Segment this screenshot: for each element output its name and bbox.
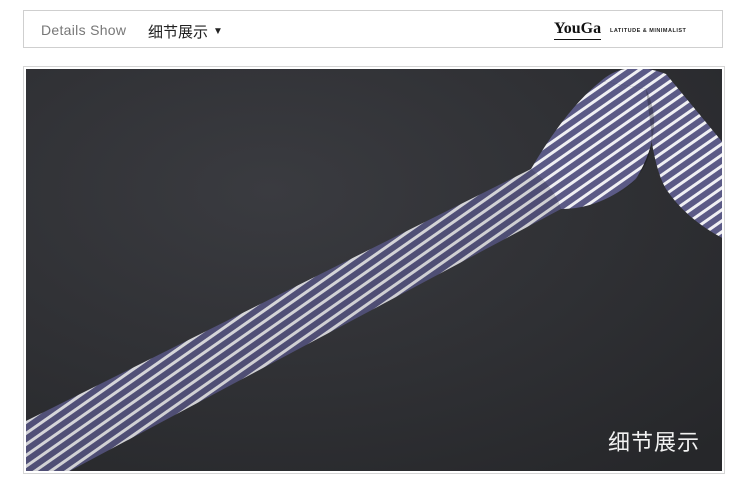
triangle-down-icon: ▼ <box>213 26 223 37</box>
brand-logo: YouGa <box>554 20 602 40</box>
brand-tagline: LATITUDE & MINIMALIST <box>610 28 687 34</box>
header-title-en: Details Show <box>41 22 127 38</box>
header-title-cn: 细节展示 <box>148 23 209 41</box>
product-photo: 细节展示 <box>26 69 722 471</box>
necktie-image <box>26 69 722 471</box>
photo-caption: 细节展示 <box>607 431 700 456</box>
section-header: Details Show 细节展示 ▼ YouGa LATITUDE & MIN… <box>23 10 723 48</box>
product-photo-frame: 细节展示 <box>23 66 725 474</box>
